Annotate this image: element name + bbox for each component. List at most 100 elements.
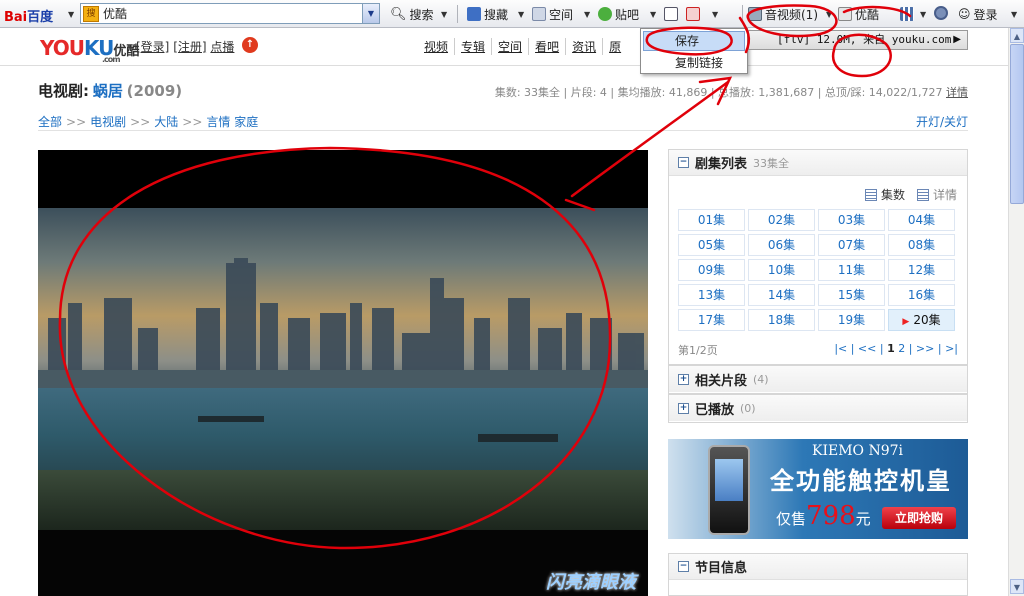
episode-link[interactable]: ▶ 20集 [888, 309, 955, 331]
bookmark-button[interactable]: 搜藏 [467, 4, 508, 24]
related-panel-header[interactable]: + 相关片段 (4) [669, 366, 967, 392]
episode-panel-header[interactable]: − 剧集列表 33集全 [669, 150, 967, 176]
space-dropdown-icon[interactable]: ▼ [584, 10, 590, 19]
toolbar-search-box[interactable]: 搜 优酷 ▼ [80, 3, 380, 24]
upload-arrow-icon[interactable]: ↑ [242, 37, 258, 53]
nav-kanba[interactable]: 看吧 [528, 38, 565, 55]
bookmark-dropdown-icon[interactable]: ▼ [518, 10, 524, 19]
expand-icon[interactable]: + [678, 373, 689, 385]
episode-link[interactable]: 13集 [678, 284, 745, 306]
expand-icon[interactable]: + [678, 402, 689, 414]
nav-original[interactable]: 原 [602, 38, 627, 55]
episode-link[interactable]: 01集 [678, 209, 745, 231]
nav-video[interactable]: 视频 [424, 38, 454, 55]
pager-next-last[interactable]: | >> | >| [909, 342, 958, 355]
popup-dropdown-icon[interactable]: ▼ [712, 10, 718, 19]
ad-watermark: 闪亮滴眼液 [546, 572, 636, 593]
episode-count: 33集全 [753, 156, 790, 170]
episode-link[interactable]: 09集 [678, 259, 745, 281]
space-button[interactable]: 空间 [532, 4, 573, 24]
detail-view-button[interactable]: 详情 [916, 186, 957, 203]
episode-label: 15集 [837, 288, 866, 302]
page-icon[interactable] [664, 7, 678, 21]
detail-link[interactable]: 详情 [946, 86, 968, 99]
episode-link[interactable]: 17集 [678, 309, 745, 331]
collapse-icon[interactable]: − [678, 561, 689, 572]
media-dropdown-icon[interactable]: ▼ [826, 10, 832, 19]
episode-label: 12集 [907, 263, 936, 277]
gear-icon[interactable] [934, 6, 948, 20]
register-link[interactable]: [注册] [173, 40, 206, 54]
pager-page-2[interactable]: 2 [898, 342, 905, 355]
search-engine-icon: 搜 [83, 5, 99, 22]
episode-link[interactable]: 10集 [748, 259, 815, 281]
upload-link[interactable]: 点播 [210, 40, 234, 54]
episode-link[interactable]: 11集 [818, 259, 885, 281]
grid-view-button[interactable]: 集数 [864, 186, 905, 203]
related-clips-panel[interactable]: + 相关片段 (4) [668, 365, 968, 394]
login-button[interactable]: ☺ 登录 [958, 4, 998, 24]
bookmark-icon [467, 7, 481, 21]
phone-ad-banner[interactable]: KIEMO N97i 全功能触控机皇 仅售798元 立即抢购 [668, 439, 968, 539]
episode-label: 02集 [767, 213, 796, 227]
media-item-popup[interactable]: [flv] 12.0M, 来自 youku.com ▶ [748, 30, 968, 50]
pager-links[interactable]: |< | << | 1 2 | >> | >| [834, 342, 958, 355]
scroll-thumb[interactable] [1010, 44, 1024, 204]
scroll-up-icon[interactable]: ▲ [1010, 28, 1024, 43]
video-player[interactable]: 闪亮滴眼液 [38, 150, 648, 596]
episode-link[interactable]: 05集 [678, 234, 745, 256]
pager-page-1[interactable]: 1 [887, 342, 895, 355]
episode-link[interactable]: 16集 [888, 284, 955, 306]
nav-album[interactable]: 专辑 [454, 38, 491, 55]
played-panel[interactable]: + 已播放 (0) [668, 394, 968, 423]
breadcrumb-genre[interactable]: 言情 家庭 [206, 115, 258, 129]
youku-logo[interactable]: YOUKU优酷 .com [40, 36, 139, 64]
submenu-arrow-icon: ▶ [953, 34, 961, 45]
grid-apps-icon[interactable] [900, 7, 914, 21]
search-history-dropdown-icon[interactable]: ▼ [362, 4, 379, 23]
episode-link[interactable]: 07集 [818, 234, 885, 256]
search-button[interactable]: 🔍︎ 搜索 [390, 4, 434, 24]
breadcrumb-mainland[interactable]: 大陆 [154, 115, 178, 129]
show-name-link[interactable]: 蜗居 [93, 82, 123, 100]
nav-space[interactable]: 空间 [491, 38, 528, 55]
episode-link[interactable]: 12集 [888, 259, 955, 281]
episode-link[interactable]: 18集 [748, 309, 815, 331]
episode-link[interactable]: 19集 [818, 309, 885, 331]
copy-link-menu-item[interactable]: 复制链接 [643, 53, 745, 73]
light-toggle-link[interactable]: 开灯/关灯 [916, 113, 968, 130]
media-sniffer-button[interactable]: 音视频(1) [748, 4, 818, 24]
tieba-button[interactable]: 贴吧 [598, 4, 639, 24]
logo-dropdown-icon[interactable]: ▼ [68, 10, 74, 19]
breadcrumb-tv[interactable]: 电视剧 [90, 115, 126, 129]
login-link[interactable]: [登录] [136, 40, 169, 54]
vertical-scrollbar[interactable]: ▲ ▼ [1008, 28, 1024, 596]
nav-news[interactable]: 资讯 [565, 38, 602, 55]
program-panel-header[interactable]: − 节目信息 [669, 554, 967, 580]
buy-now-button[interactable]: 立即抢购 [882, 507, 956, 529]
scroll-down-icon[interactable]: ▼ [1010, 579, 1024, 594]
episode-label: 09集 [697, 263, 726, 277]
block-popup-icon[interactable] [686, 7, 700, 21]
played-panel-header[interactable]: + 已播放 (0) [669, 395, 967, 421]
episode-link[interactable]: 14集 [748, 284, 815, 306]
search-options-dropdown-icon[interactable]: ▼ [441, 10, 447, 19]
search-input[interactable]: 优酷 [103, 5, 362, 22]
episode-link[interactable]: 08集 [888, 234, 955, 256]
episode-link[interactable]: 06集 [748, 234, 815, 256]
youku-logo-you: YOU [40, 36, 85, 60]
breadcrumb-all[interactable]: 全部 [38, 115, 62, 129]
episode-link[interactable]: 03集 [818, 209, 885, 231]
episode-link[interactable]: 15集 [818, 284, 885, 306]
apps-dropdown-icon[interactable]: ▼ [920, 10, 926, 19]
login-dropdown-icon[interactable]: ▼ [1011, 10, 1017, 19]
episode-link[interactable]: 04集 [888, 209, 955, 231]
collapse-icon[interactable]: − [678, 157, 689, 168]
youku-shortcut-button[interactable]: 优酷 [838, 4, 879, 24]
pager-first-prev[interactable]: |< | << | [834, 342, 883, 355]
baidu-logo[interactable]: Bai百度 [4, 6, 53, 25]
tieba-dropdown-icon[interactable]: ▼ [650, 10, 656, 19]
save-menu-item[interactable]: 保存 [643, 31, 745, 51]
episode-link[interactable]: 02集 [748, 209, 815, 231]
ad-price: 仅售798元 [776, 501, 871, 531]
